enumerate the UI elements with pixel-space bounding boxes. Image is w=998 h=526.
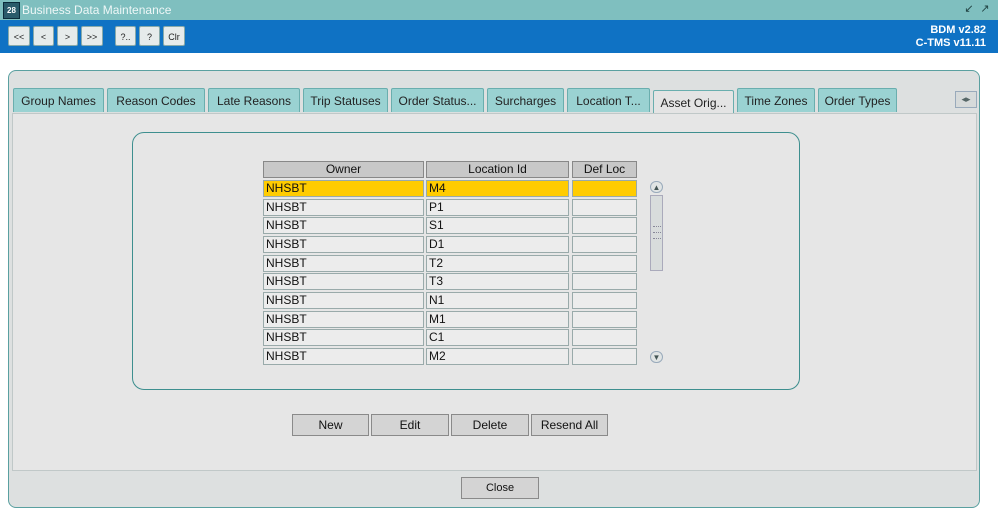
new-button[interactable]: New (292, 414, 369, 436)
tab-surcharges[interactable]: Surcharges (487, 88, 564, 112)
first-record-button[interactable]: << (8, 26, 30, 46)
resend-all-button[interactable]: Resend All (531, 414, 608, 436)
cell-location-id[interactable]: D1 (426, 236, 569, 253)
query-execute-button[interactable]: ? (139, 26, 160, 46)
app-icon: 28 (3, 2, 20, 19)
cell-def-loc[interactable] (572, 255, 637, 272)
version-info: BDM v2.82 C-TMS v11.11 (916, 24, 986, 50)
edit-button[interactable]: Edit (371, 414, 449, 436)
previous-record-button[interactable]: < (33, 26, 54, 46)
grip-icon (653, 226, 661, 229)
cell-location-id[interactable]: M1 (426, 311, 569, 328)
grip-icon (653, 238, 661, 241)
tab-group-names[interactable]: Group Names (13, 88, 104, 112)
cell-owner[interactable]: NHSBT (263, 180, 424, 197)
tab-late-reasons[interactable]: Late Reasons (208, 88, 300, 112)
cell-owner[interactable]: NHSBT (263, 217, 424, 234)
cell-def-loc[interactable] (572, 292, 637, 309)
cell-owner[interactable]: NHSBT (263, 273, 424, 290)
scroll-down-icon[interactable]: ▼ (650, 351, 663, 363)
toolbar: << < > >> ?.. ? Clr BDM v2.82 C-TMS v11.… (0, 20, 998, 53)
cell-def-loc[interactable] (572, 311, 637, 328)
scroll-up-icon[interactable]: ▲ (650, 181, 663, 193)
scrollbar-thumb[interactable] (650, 195, 663, 271)
query-entry-button[interactable]: ?.. (115, 26, 136, 46)
cell-def-loc[interactable] (572, 199, 637, 216)
close-button[interactable]: Close (461, 477, 539, 499)
next-record-button[interactable]: > (57, 26, 78, 46)
tab-scroll-arrows-icon[interactable]: ◂▸ (955, 91, 977, 108)
clear-button[interactable]: Clr (163, 26, 185, 46)
window-title: Business Data Maintenance (22, 3, 172, 17)
cell-owner[interactable]: NHSBT (263, 329, 424, 346)
cell-def-loc[interactable] (572, 273, 637, 290)
tab-time-zones[interactable]: Time Zones (737, 88, 815, 112)
cell-location-id[interactable]: M4 (426, 180, 569, 197)
cell-def-loc[interactable] (572, 217, 637, 234)
cell-owner[interactable]: NHSBT (263, 199, 424, 216)
cell-location-id[interactable]: C1 (426, 329, 569, 346)
minimize-icon[interactable]: ↙ (962, 2, 976, 16)
cell-location-id[interactable]: P1 (426, 199, 569, 216)
cell-location-id[interactable]: N1 (426, 292, 569, 309)
column-header-def-loc[interactable]: Def Loc (572, 161, 637, 178)
tab-reason-codes[interactable]: Reason Codes (107, 88, 205, 112)
window-title-bar[interactable]: 28 Business Data Maintenance ↙ ↗ (0, 0, 998, 20)
cell-owner[interactable]: NHSBT (263, 255, 424, 272)
tab-order-types[interactable]: Order Types (818, 88, 897, 112)
tab-trip-statuses[interactable]: Trip Statuses (303, 88, 388, 112)
tab-order-status[interactable]: Order Status... (391, 88, 484, 112)
cell-location-id[interactable]: S1 (426, 217, 569, 234)
cell-def-loc[interactable] (572, 236, 637, 253)
cell-owner[interactable]: NHSBT (263, 236, 424, 253)
grip-icon (653, 232, 661, 235)
delete-button[interactable]: Delete (451, 414, 529, 436)
cell-location-id[interactable]: M2 (426, 348, 569, 365)
tab-asset-origins[interactable]: Asset Orig... (653, 90, 734, 114)
cell-location-id[interactable]: T2 (426, 255, 569, 272)
column-header-location-id[interactable]: Location Id (426, 161, 569, 178)
maximize-icon[interactable]: ↗ (978, 2, 992, 16)
cell-def-loc[interactable] (572, 329, 637, 346)
last-record-button[interactable]: >> (81, 26, 103, 46)
cell-def-loc[interactable] (572, 348, 637, 365)
cell-def-loc[interactable] (572, 180, 637, 197)
column-header-owner[interactable]: Owner (263, 161, 424, 178)
tab-location-types[interactable]: Location T... (567, 88, 650, 112)
cell-location-id[interactable]: T3 (426, 273, 569, 290)
ctms-version: C-TMS v11.11 (915, 37, 986, 49)
bdm-version: BDM v2.82 (930, 24, 986, 36)
cell-owner[interactable]: NHSBT (263, 311, 424, 328)
cell-owner[interactable]: NHSBT (263, 292, 424, 309)
cell-owner[interactable]: NHSBT (263, 348, 424, 365)
